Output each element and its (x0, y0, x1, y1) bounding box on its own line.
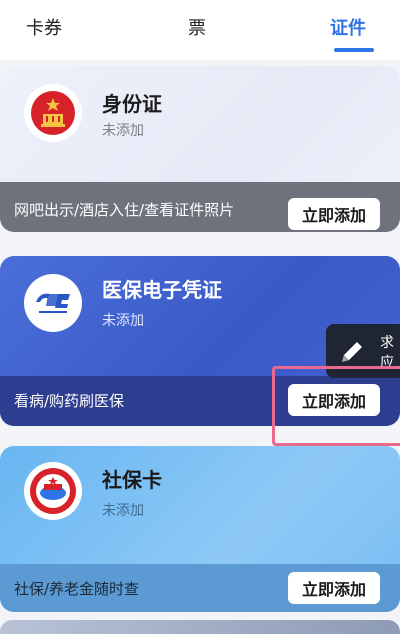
card-status: 未添加 (102, 313, 144, 329)
pen-icon (342, 342, 362, 362)
top-tab-bar: 卡券 票 证件 (0, 0, 400, 60)
tab-coupons[interactable]: 卡券 (26, 14, 62, 40)
chs-logo-icon (24, 274, 82, 332)
highlight-frame (272, 366, 400, 446)
add-social-security-button[interactable]: 立即添加 (288, 572, 380, 604)
social-security-emblem-icon (24, 462, 82, 520)
card-title: 身份证 (102, 92, 162, 116)
card-description: 网吧出示/酒店入住/查看证件照片 (14, 201, 235, 219)
next-card-peek (0, 620, 400, 634)
active-tab-indicator (334, 48, 374, 52)
national-emblem-icon (24, 84, 82, 142)
id-card-item[interactable]: 身份证 未添加 网吧出示/酒店入住/查看证件照片 立即添加 (0, 66, 400, 232)
tab-certificates[interactable]: 证件 (330, 14, 366, 40)
card-title: 医保电子凭证 (102, 278, 222, 302)
card-description: 看病/购药刷医保 (14, 392, 125, 410)
card-status: 未添加 (102, 123, 144, 139)
add-id-card-button[interactable]: 立即添加 (288, 198, 380, 230)
social-security-card-item[interactable]: 社保卡 未添加 社保/养老金随时查 立即添加 (0, 446, 400, 612)
card-status: 未添加 (102, 503, 144, 519)
tab-tickets[interactable]: 票 (188, 14, 206, 40)
float-label-1: 求 (380, 335, 394, 351)
card-title: 社保卡 (102, 468, 162, 492)
card-description: 社保/养老金随时查 (14, 580, 140, 598)
